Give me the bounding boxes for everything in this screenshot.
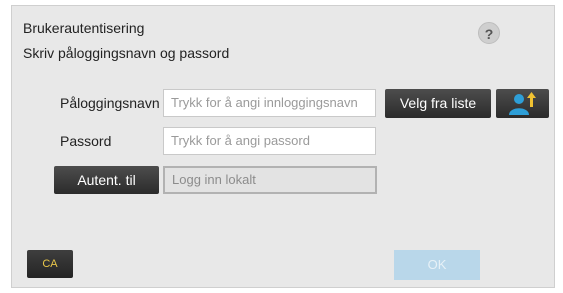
select-from-list-button[interactable]: Velg fra liste — [385, 89, 491, 118]
authenticate-to-value: Logg inn lokalt — [163, 166, 377, 194]
authenticate-to-button[interactable]: Autent. til — [54, 166, 159, 194]
password-label: Passord — [60, 133, 112, 149]
password-input[interactable]: Trykk for å angi passord — [163, 127, 376, 155]
authentication-dialog: Brukerautentisering Skriv påloggingsnavn… — [11, 5, 555, 288]
username-input[interactable]: Trykk for å angi innloggingsnavn — [163, 89, 376, 117]
help-button[interactable]: ? — [478, 22, 500, 44]
user-list-button[interactable] — [496, 89, 549, 118]
username-label: Påloggingsnavn — [60, 95, 160, 111]
user-add-icon — [509, 92, 536, 115]
dialog-subtitle: Skriv påloggingsnavn og passord — [23, 45, 230, 61]
clear-all-button[interactable]: CA — [27, 250, 73, 278]
ok-button[interactable]: OK — [394, 250, 480, 280]
dialog-title: Brukerautentisering — [23, 20, 145, 36]
